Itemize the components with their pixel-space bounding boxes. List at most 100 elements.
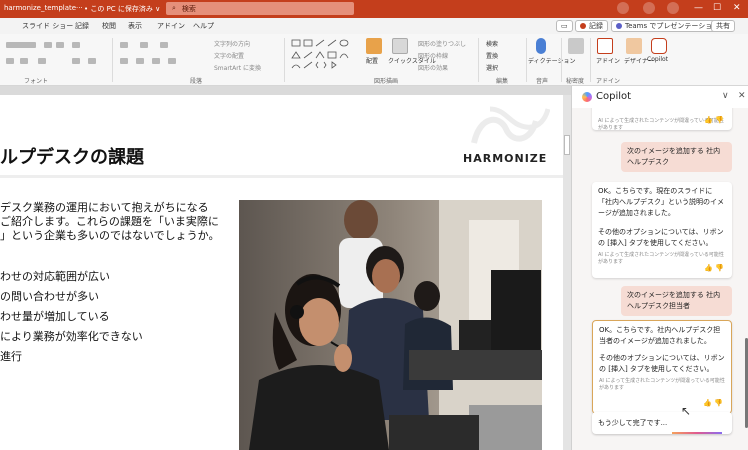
feedback-icons[interactable]: 👍 👎 bbox=[704, 263, 724, 274]
intro-line: デスク業務の運用において抱えがちになる bbox=[0, 201, 209, 214]
comment-button[interactable]: ▭ bbox=[556, 20, 573, 32]
arrange-icon[interactable] bbox=[366, 38, 382, 54]
group-label-voice: 音声 bbox=[536, 78, 549, 85]
bullet-item: わせの対応範囲が広い bbox=[0, 270, 110, 283]
reply-text: その他のオプションについては、リボンの [挿入] タブを使用してください。 bbox=[599, 354, 725, 373]
title-bar: harmonize_template··· • この PC に保存済み ∨ ⌕ … bbox=[0, 0, 748, 18]
copilot-header: Copilot ∨ ✕ bbox=[572, 86, 748, 108]
intro-line: ご紹介します。これらの課題を「いま実際に bbox=[0, 215, 219, 228]
reply-text: OK。こちらです。現在のスライドに「社内ヘルプデスク」という説明のイメージが追加… bbox=[598, 187, 724, 217]
shapes-gallery[interactable] bbox=[290, 38, 360, 70]
close-button[interactable]: ✕ bbox=[733, 3, 741, 13]
font-size-box[interactable] bbox=[6, 42, 36, 48]
shape-effect-button[interactable]: 図形の効果 bbox=[418, 63, 448, 72]
teams-present-button[interactable]: Teams でプレゼンテーション bbox=[611, 20, 725, 32]
slide-canvas[interactable]: ルプデスクの課題 HARMONIZE デスク業務の運用において抱えがちになる ご… bbox=[0, 95, 563, 450]
share-label: 共有 bbox=[716, 22, 730, 30]
tab-view[interactable]: 表示 bbox=[128, 21, 142, 31]
text-align-button[interactable]: 文字の配置 bbox=[214, 51, 244, 60]
text-direction-button[interactable]: 文字列の方向 bbox=[214, 39, 250, 48]
comment-icon: ▭ bbox=[561, 22, 568, 30]
addins-icon[interactable] bbox=[597, 38, 613, 54]
addins-label: アドイン bbox=[596, 58, 621, 65]
header-divider bbox=[0, 175, 563, 178]
group-separator bbox=[590, 38, 591, 82]
font-grow-icon[interactable] bbox=[44, 42, 52, 48]
copilot-logo-icon bbox=[582, 92, 592, 102]
slide-scrollbar[interactable] bbox=[563, 95, 571, 450]
user-message: 次のイメージを追加する 社内ヘルプデスク bbox=[621, 142, 732, 172]
case-icon[interactable] bbox=[38, 58, 46, 64]
chevron-down-icon[interactable]: ∨ bbox=[722, 91, 729, 101]
tab-slideshow[interactable]: スライド ショー bbox=[22, 21, 73, 31]
close-icon[interactable]: ✕ bbox=[738, 91, 746, 101]
group-separator bbox=[112, 38, 113, 82]
tab-help[interactable]: ヘルプ bbox=[193, 21, 214, 31]
replace-button[interactable]: 置換 bbox=[486, 51, 498, 60]
find-button[interactable]: 検索 bbox=[486, 39, 498, 48]
group-label-paragraph: 段落 bbox=[190, 78, 203, 85]
previous-reply-card: AI によって生成されたコンテンツが間違っている可能性があります 👍 👎 bbox=[592, 108, 732, 131]
highlight-icon[interactable] bbox=[72, 58, 80, 64]
search-box[interactable]: ⌕ 検索 bbox=[166, 2, 354, 15]
tab-record[interactable]: 記録 bbox=[75, 21, 89, 31]
align-right-icon[interactable] bbox=[152, 58, 160, 64]
record-button[interactable]: 記録 bbox=[575, 20, 608, 32]
dictation-label: ディクテーション bbox=[528, 58, 576, 65]
intro-line: 」という企業も多いのではないでしょうか。 bbox=[0, 229, 220, 242]
font-shrink-icon[interactable] bbox=[56, 42, 64, 48]
align-left-icon[interactable] bbox=[120, 58, 128, 64]
designer-icon[interactable] bbox=[626, 38, 642, 54]
clear-format-icon[interactable] bbox=[72, 42, 80, 48]
bullets-icon[interactable] bbox=[120, 42, 128, 48]
group-separator bbox=[478, 38, 479, 82]
file-name[interactable]: harmonize_template··· bbox=[4, 4, 83, 12]
slide-editor: ルプデスクの課題 HARMONIZE デスク業務の運用において抱えがちになる ご… bbox=[0, 86, 571, 450]
quick-style-icon[interactable] bbox=[392, 38, 408, 54]
sensitivity-icon[interactable] bbox=[568, 38, 584, 54]
brand-decoration bbox=[471, 106, 550, 144]
intro-text[interactable]: デスク業務の運用において抱えがちになる ご紹介します。これらの課題を「いま実際に… bbox=[0, 201, 235, 243]
justify-icon[interactable] bbox=[168, 58, 176, 64]
ribbon-tabs: スライド ショー 記録 校閲 表示 アドイン ヘルプ ▭ 記録 Teams でプ… bbox=[0, 18, 748, 34]
spacing-icon[interactable] bbox=[20, 58, 28, 64]
pen-icon[interactable] bbox=[643, 2, 655, 14]
ai-disclaimer: AI によって生成されたコンテンツが間違っている可能性があります bbox=[599, 378, 725, 391]
strike-icon[interactable] bbox=[6, 58, 14, 64]
select-button[interactable]: 選択 bbox=[486, 63, 498, 72]
account-icon[interactable] bbox=[617, 2, 629, 14]
bullet-list[interactable]: わせの対応範囲が広い の問い合わせが多い わせ量が増加している により業務が効率… bbox=[0, 267, 143, 367]
bullet-item: 進行 bbox=[0, 350, 22, 363]
shape-fill-button[interactable]: 図形の塗りつぶし bbox=[418, 39, 466, 48]
font-color-icon[interactable] bbox=[88, 58, 96, 64]
align-center-icon[interactable] bbox=[136, 58, 144, 64]
feedback-icons[interactable]: 👍 👎 bbox=[704, 115, 724, 126]
maximize-button[interactable]: ☐ bbox=[713, 3, 721, 13]
share-button[interactable]: 共有 bbox=[711, 20, 735, 32]
indent-icon[interactable] bbox=[160, 42, 168, 48]
save-status[interactable]: • この PC に保存済み ∨ bbox=[84, 4, 160, 14]
status-text: もう少して完了です... bbox=[598, 419, 668, 427]
microphone-icon[interactable] bbox=[536, 38, 546, 54]
shape-outline-button[interactable]: 図形の枠線 bbox=[418, 51, 448, 60]
search-placeholder: 検索 bbox=[181, 4, 196, 13]
copilot-conversation[interactable]: AI によって生成されたコンテンツが間違っている可能性があります 👍 👎 次のイ… bbox=[572, 108, 748, 450]
mouse-cursor-icon: ↖ bbox=[681, 404, 692, 418]
copilot-ribbon-icon[interactable] bbox=[651, 38, 667, 54]
feedback-icons[interactable]: 👍 👎 bbox=[703, 398, 723, 409]
numbering-icon[interactable] bbox=[140, 42, 148, 48]
diamond-icon[interactable] bbox=[667, 2, 679, 14]
smartart-button[interactable]: SmartArt に変換 bbox=[214, 63, 261, 72]
record-icon bbox=[580, 23, 586, 29]
minimize-button[interactable]: — bbox=[694, 3, 703, 13]
helpdesk-photo[interactable] bbox=[239, 200, 542, 450]
tab-review[interactable]: 校閲 bbox=[102, 21, 116, 31]
slide-title[interactable]: ルプデスクの課題 bbox=[0, 143, 144, 169]
copilot-pane: Copilot ∨ ✕ AI によって生成されたコンテンツが間違っている可能性が… bbox=[571, 86, 748, 450]
teams-label: Teams でプレゼンテーション bbox=[625, 22, 720, 30]
group-label-font: フォント bbox=[24, 78, 49, 85]
slide-scroll-thumb[interactable] bbox=[564, 135, 570, 155]
group-label-edit: 編集 bbox=[496, 78, 509, 85]
tab-addins[interactable]: アドイン bbox=[157, 21, 185, 31]
copilot-ribbon-label: Copilot bbox=[647, 56, 669, 63]
